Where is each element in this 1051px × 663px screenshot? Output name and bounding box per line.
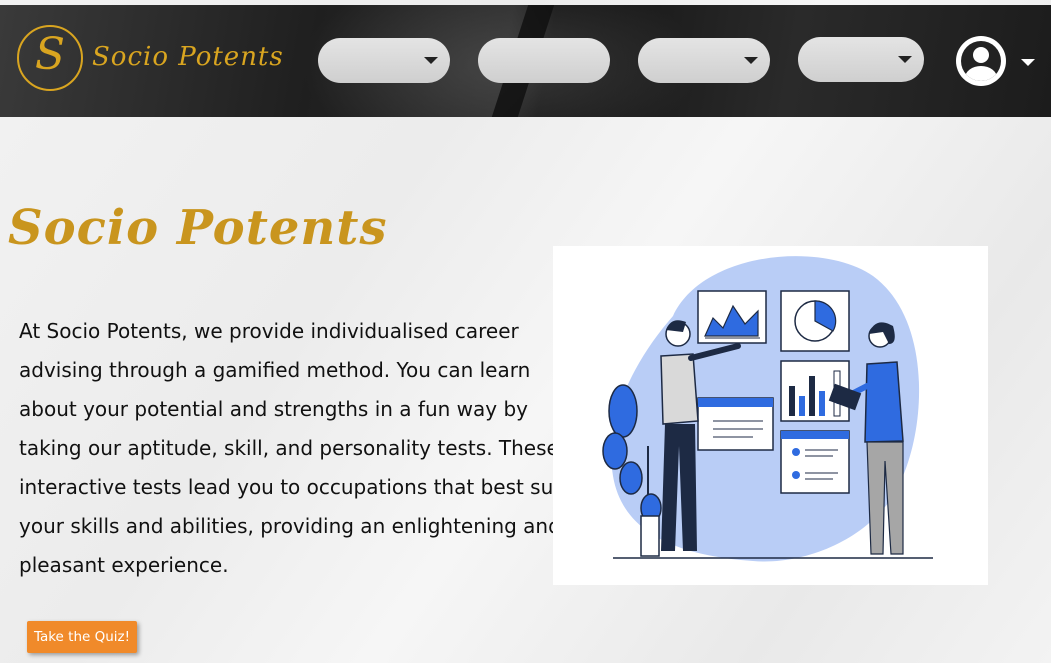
logo-emblem-icon[interactable]: S xyxy=(17,25,83,91)
career-analytics-illustration xyxy=(553,246,988,585)
user-avatar-icon xyxy=(961,41,1001,81)
take-quiz-button[interactable]: Take the Quiz! xyxy=(27,621,137,653)
logo-letter: S xyxy=(34,29,66,80)
nav-dropdown-4[interactable] xyxy=(798,37,924,82)
brand-name[interactable]: Socio Potents xyxy=(92,42,284,72)
chevron-down-icon xyxy=(898,56,912,63)
chevron-down-icon[interactable] xyxy=(1021,59,1035,66)
nav-dropdown-1[interactable] xyxy=(318,38,450,83)
hero-description: At Socio Potents, we provide individuali… xyxy=(19,319,567,577)
nav-button-2[interactable] xyxy=(478,38,610,83)
account-menu-button[interactable] xyxy=(956,36,1006,86)
hero-title: Socio Potents xyxy=(8,200,388,256)
chevron-down-icon xyxy=(424,57,438,64)
chevron-down-icon xyxy=(744,57,758,64)
nav-dropdown-3[interactable] xyxy=(638,38,770,83)
